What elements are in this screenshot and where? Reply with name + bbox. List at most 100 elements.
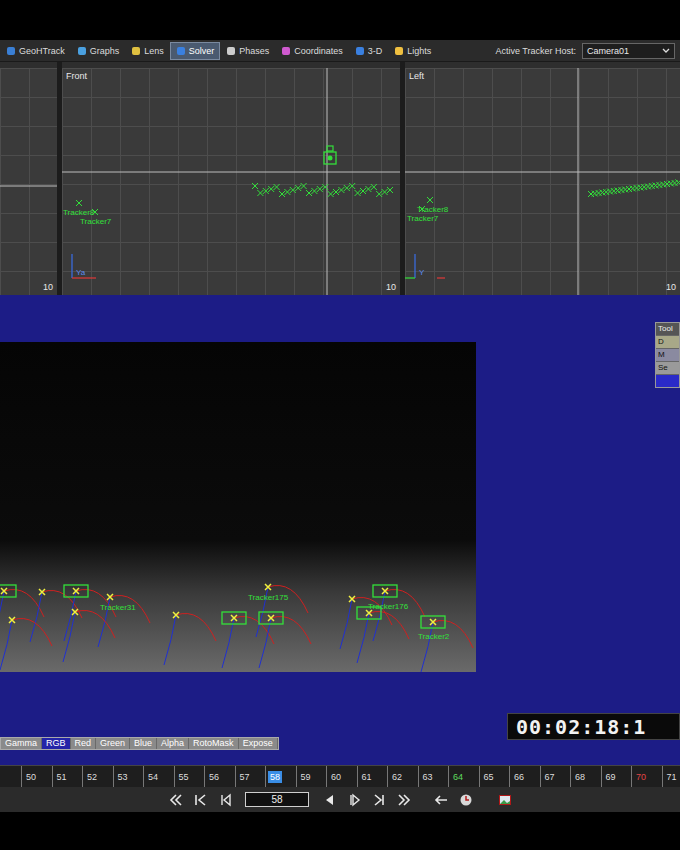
transport-button[interactable] [166,792,184,808]
timeline-frame[interactable]: 68 [570,766,601,787]
stepback-icon [218,793,232,807]
tracker-marker[interactable] [349,596,355,602]
timeline-frame[interactable]: 53 [113,766,144,787]
tool-panel-row[interactable]: D [656,335,679,348]
tab-icon [131,46,141,56]
camera-view: Tracker31Tracker175Tracker176Tracker2Too… [0,295,680,765]
back-button[interactable] [432,792,450,808]
timeline-frame[interactable]: 71 [662,766,680,787]
tracker-marker[interactable] [0,585,16,597]
transport-button[interactable] [395,792,413,808]
toolbar-tab[interactable]: GeoHTrack [0,42,71,60]
clock-button[interactable] [457,792,475,808]
channel-button[interactable]: Blue [130,738,157,749]
viewport-drawing [405,68,680,295]
fastfwd-icon [397,793,411,807]
tab-icon [394,46,404,56]
playback-icon [322,793,336,807]
timeline-frame[interactable]: 50 [21,766,52,787]
transport-bar: 58 [0,787,680,812]
timeline-frame[interactable]: 60 [326,766,357,787]
tracker-marker[interactable] [421,616,445,628]
timeline-frame[interactable]: 66 [509,766,540,787]
tracker-marker[interactable] [72,609,78,615]
app-window: GeoHTrackGraphsLensSolverPhasesCoordinat… [0,0,680,850]
chevron-down-icon [662,48,670,54]
view-footer: GammaRGBRedGreenBlueAlphaRotoMaskExpose0… [0,713,680,750]
tracker-marker[interactable] [39,589,45,595]
viewport-canvas[interactable]: LeftTracker8Tracker7Y10 [405,68,680,295]
play-icon [347,793,361,807]
channel-button[interactable]: Expose [239,738,278,749]
toolbar-tab[interactable]: Phases [220,42,275,60]
timeline-frame[interactable]: 55 [174,766,205,787]
image-button[interactable] [496,792,514,808]
toolbar-tab[interactable]: 3-D [349,42,389,60]
viewport[interactable]: FrontTracker8Tracker7Ya10 [62,62,400,295]
timeline-frame[interactable]: 57 [235,766,266,787]
tracker-marker[interactable] [107,594,113,600]
tracker-marker[interactable] [64,585,88,597]
tracker-marker[interactable] [265,584,271,590]
channel-button[interactable]: Red [71,738,97,749]
toolbar-tab[interactable]: Coordinates [275,42,349,60]
host-dropdown[interactable]: Camera01 [582,43,675,59]
transport-button[interactable] [320,792,338,808]
timeline-frame[interactable]: 65 [479,766,510,787]
viewport[interactable]: LeftTracker8Tracker7Y10 [405,62,680,295]
frame-field[interactable]: 58 [245,792,309,807]
tracker-marker[interactable] [173,612,179,618]
transport-button[interactable] [216,792,234,808]
timeline-frame[interactable]: 56 [204,766,235,787]
camera-icon[interactable] [324,146,336,164]
timeline-frame[interactable]: 70 [631,766,662,787]
channel-button[interactable]: Gamma [1,738,42,749]
transport-button[interactable] [191,792,209,808]
tracker-label: Tracker2 [418,632,449,641]
channel-button[interactable]: Alpha [157,738,189,749]
viewport[interactable]: 10 [0,62,57,295]
tracker-marker[interactable] [259,612,283,624]
tracker-marker[interactable] [9,617,15,623]
toolbar-tab[interactable]: Graphs [71,42,126,60]
viewport-canvas[interactable]: 10 [0,68,57,295]
tracker-marker[interactable] [373,585,397,597]
tracker-marker[interactable] [222,612,246,624]
tab-icon [355,46,365,56]
tab-icon [226,46,236,56]
timeline-frame[interactable]: 64 [448,766,479,787]
toolbar-tab[interactable]: Solver [170,42,221,60]
timeline-frame[interactable]: 63 [418,766,449,787]
timeline-frame[interactable]: 59 [296,766,327,787]
transport-button[interactable] [370,792,388,808]
timeline-frame[interactable]: 67 [540,766,571,787]
top-letterbox [0,0,680,40]
tab-icon [281,46,291,56]
transport-button[interactable] [345,792,363,808]
channel-button[interactable]: Green [96,738,130,749]
tracker-label: Tracker31 [100,603,136,612]
viewport-drawing [62,68,400,295]
channel-bar: GammaRGBRedGreenBlueAlphaRotoMaskExpose [0,737,279,750]
timeline-frame[interactable]: 52 [82,766,113,787]
timeline-frame[interactable]: 61 [357,766,388,787]
channel-button[interactable]: RGB [42,738,71,749]
tracker-label: Tracker7 [80,217,111,226]
timeline-ruler[interactable]: 5051525354555657585960616263646566676869… [0,765,680,787]
timeline-frame[interactable]: 69 [601,766,632,787]
channel-button[interactable]: RotoMask [189,738,239,749]
timeline-frame[interactable]: 58 [265,766,296,787]
start-icon [193,793,207,807]
toolbar-tab[interactable]: Lights [388,42,437,60]
tool-panel-row[interactable] [656,374,679,387]
timeline-frame[interactable]: 54 [143,766,174,787]
viewport-canvas[interactable]: FrontTracker8Tracker7Ya10 [62,68,400,295]
tool-panel-row[interactable]: Se [656,361,679,374]
toolbar-tab[interactable]: Lens [125,42,170,60]
video-frame[interactable]: Tracker31Tracker175Tracker176Tracker2 [0,342,476,672]
timeline-frame[interactable]: 51 [52,766,83,787]
tool-panel-row[interactable]: M [656,348,679,361]
timeline-frame[interactable]: 62 [387,766,418,787]
axis-gizmo-icon [72,254,96,278]
viewports: 10FrontTracker8Tracker7Ya10LeftTracker8T… [0,62,680,295]
